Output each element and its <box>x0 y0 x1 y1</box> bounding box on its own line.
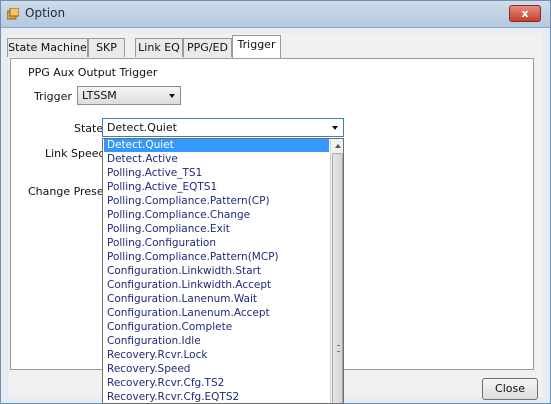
tab-state-machine[interactable]: State Machine <box>7 38 88 57</box>
scrollbar-thumb[interactable] <box>332 153 343 403</box>
title-bar[interactable]: Option x <box>1 1 550 28</box>
list-item[interactable]: Recovery.Rcvr.Lock <box>104 349 329 362</box>
list-item[interactable]: Configuration.Lanenum.Accept <box>104 307 329 320</box>
list-item[interactable]: Recovery.Rcvr.Cfg.TS2 <box>104 377 329 390</box>
list-item[interactable]: Recovery.Rcvr.Cfg.EQTS2 <box>104 391 329 403</box>
change-preset-label: Change Preset <box>28 185 108 198</box>
trigger-value: LTSSM <box>82 89 117 102</box>
link-speed-label: Link Speed <box>45 147 106 160</box>
tab-ppg-ed[interactable]: PPG/ED <box>183 38 232 57</box>
window-title: Option <box>25 6 66 20</box>
list-item[interactable]: Detect.Quiet <box>104 139 329 152</box>
option-app-icon <box>7 8 19 20</box>
dropdown-scrollbar[interactable] <box>330 139 343 403</box>
trigger-label: Trigger <box>34 90 72 103</box>
close-icon[interactable]: x <box>509 5 541 22</box>
tab-skp[interactable]: SKP <box>88 38 125 57</box>
list-item[interactable]: Polling.Compliance.Exit <box>104 223 329 236</box>
tab-link-eq[interactable]: Link EQ <box>135 38 183 57</box>
list-item[interactable]: Configuration.Linkwidth.Start <box>104 265 329 278</box>
chevron-down-icon <box>169 94 175 98</box>
list-item[interactable]: Polling.Active_TS1 <box>104 167 329 180</box>
arrow-up-icon[interactable] <box>331 139 343 153</box>
list-item[interactable]: Polling.Configuration <box>104 237 329 250</box>
list-item[interactable]: Configuration.Idle <box>104 335 329 348</box>
list-item[interactable]: Polling.Active_EQTS1 <box>104 181 329 194</box>
tab-trigger[interactable]: Trigger <box>232 35 281 58</box>
list-item[interactable]: Detect.Active <box>104 153 329 166</box>
close-button[interactable]: Close <box>482 378 538 400</box>
list-item[interactable]: Configuration.Lanenum.Wait <box>104 293 329 306</box>
state-dropdown-list[interactable]: Detect.Quiet Detect.Active Polling.Activ… <box>102 138 344 404</box>
list-item[interactable]: Polling.Compliance.Pattern(CP) <box>104 195 329 208</box>
trigger-select[interactable]: LTSSM <box>77 86 181 105</box>
state-label: State <box>74 122 104 135</box>
list-item[interactable]: Configuration.Linkwidth.Accept <box>104 279 329 292</box>
grip-icon <box>337 345 340 352</box>
state-value: Detect.Quiet <box>107 121 177 134</box>
list-item[interactable]: Configuration.Complete <box>104 321 329 334</box>
chevron-down-icon <box>332 126 338 130</box>
list-item[interactable]: Polling.Compliance.Pattern(MCP) <box>104 251 329 264</box>
list-item[interactable]: Recovery.Speed <box>104 363 329 376</box>
state-select[interactable]: Detect.Quiet <box>102 118 344 137</box>
section-title: PPG Aux Output Trigger <box>28 66 158 79</box>
list-item[interactable]: Polling.Compliance.Change <box>104 209 329 222</box>
